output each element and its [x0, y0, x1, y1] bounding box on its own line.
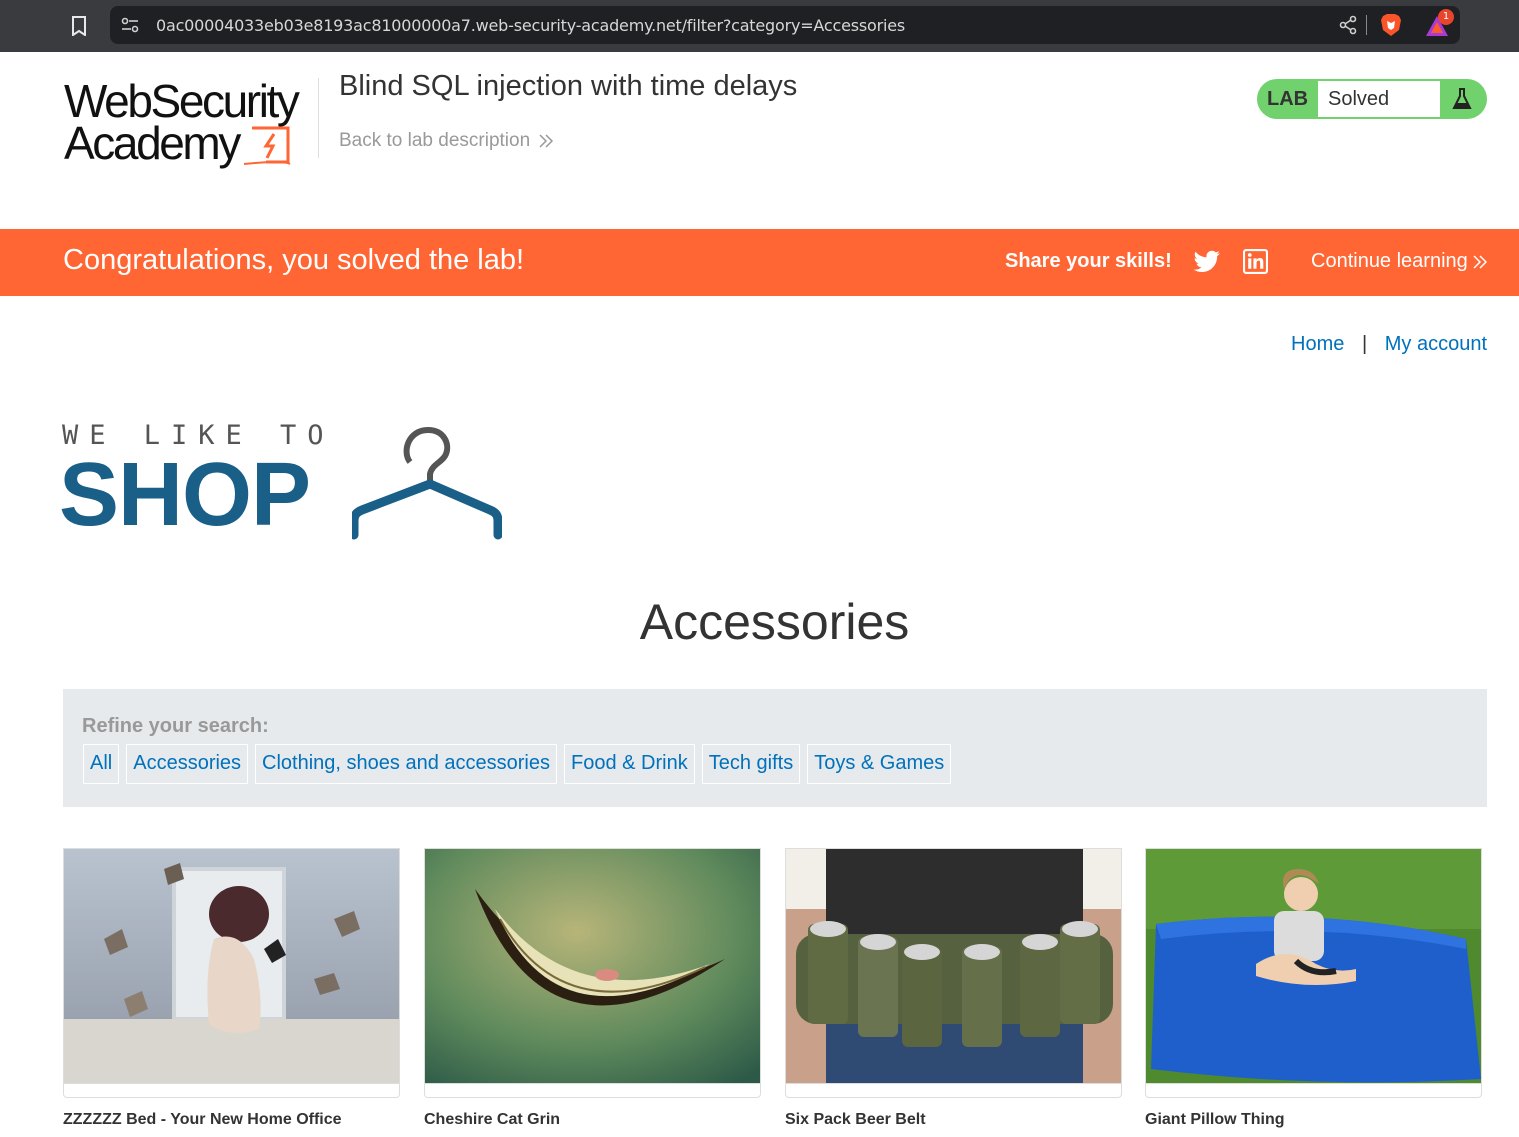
- product-image-frame: [424, 1084, 761, 1098]
- product-image-frame: [1145, 1084, 1482, 1098]
- browser-toolbar: 0ac00004033eb03e8193ac81000000a7.web-sec…: [0, 0, 1519, 52]
- back-to-lab-description-link[interactable]: Back to lab description: [339, 130, 554, 152]
- lab-status-widget: LAB Solved: [1257, 79, 1487, 119]
- continue-learning-link[interactable]: Continue learning: [1311, 250, 1488, 273]
- shop-logo-name: SHOP: [59, 445, 311, 545]
- product-image[interactable]: [424, 848, 761, 1084]
- url-separator: [1366, 15, 1367, 35]
- category-filter-list: All Accessories Clothing, shoes and acce…: [83, 744, 952, 784]
- continue-learning-label: Continue learning: [1311, 250, 1468, 272]
- lab-tag: LAB: [1267, 88, 1309, 110]
- product-card[interactable]: Six Pack Beer Belt: [785, 848, 1122, 1129]
- double-chevron-right-icon: [539, 134, 554, 148]
- congratulations-message: Congratulations, you solved the lab!: [63, 244, 525, 276]
- filter-tech-gifts[interactable]: Tech gifts: [701, 744, 801, 784]
- twitter-icon[interactable]: [1193, 248, 1221, 276]
- rewards-badge: 1: [1438, 9, 1454, 25]
- filter-all[interactable]: All: [83, 744, 120, 784]
- flask-icon: [1452, 88, 1472, 109]
- bookmark-icon[interactable]: [68, 14, 90, 38]
- refine-search-label: Refine your search:: [82, 715, 269, 737]
- lab-solved-banner: Congratulations, you solved the lab! Sha…: [0, 229, 1519, 296]
- home-link[interactable]: Home: [1291, 333, 1344, 355]
- top-navigation: Home | My account: [1291, 333, 1487, 356]
- category-heading: Accessories: [639, 594, 910, 650]
- filter-panel: Refine your search: All Accessories Clot…: [63, 689, 1487, 807]
- lab-status-text: Solved: [1318, 81, 1440, 117]
- hanger-icon: [352, 426, 502, 540]
- product-name[interactable]: Cheshire Cat Grin: [424, 1111, 761, 1129]
- product-name[interactable]: Giant Pillow Thing: [1145, 1111, 1482, 1129]
- share-icon[interactable]: [1338, 15, 1358, 35]
- filter-clothing[interactable]: Clothing, shoes and accessories: [255, 744, 557, 784]
- nav-separator: |: [1361, 333, 1368, 355]
- my-account-link[interactable]: My account: [1385, 333, 1487, 355]
- filter-toys-games[interactable]: Toys & Games: [807, 744, 952, 784]
- product-name[interactable]: ZZZZZZ Bed - Your New Home Office: [63, 1111, 400, 1129]
- product-image[interactable]: [785, 848, 1122, 1084]
- filter-food-drink[interactable]: Food & Drink: [564, 744, 695, 784]
- url-text[interactable]: 0ac00004033eb03e8193ac81000000a7.web-sec…: [156, 16, 905, 35]
- product-name[interactable]: Six Pack Beer Belt: [785, 1111, 1122, 1129]
- share-skills-label: Share your skills!: [1005, 250, 1172, 272]
- header-divider: [318, 78, 319, 158]
- filter-accessories[interactable]: Accessories: [126, 744, 249, 784]
- shop-logo: WE LIKE TO SHOP: [59, 418, 502, 545]
- site-settings-icon[interactable]: [120, 15, 140, 35]
- lab-title: Blind SQL injection with time delays: [339, 70, 798, 102]
- back-link-label: Back to lab description: [339, 130, 531, 151]
- double-chevron-right-icon: [1473, 254, 1487, 269]
- web-security-academy-logo[interactable]: WebSecurity Academy: [64, 76, 316, 170]
- product-card[interactable]: Cheshire Cat Grin: [424, 848, 761, 1129]
- brave-shields-icon[interactable]: [1380, 13, 1402, 37]
- product-card[interactable]: ZZZZZZ Bed - Your New Home Office: [63, 848, 400, 1129]
- product-card[interactable]: Giant Pillow Thing: [1145, 848, 1482, 1129]
- academy-logo-mark: [244, 126, 291, 165]
- logo-line-2: Academy: [64, 117, 241, 169]
- product-image[interactable]: [1145, 848, 1482, 1084]
- product-image[interactable]: [63, 848, 400, 1084]
- product-image-frame: [63, 1084, 400, 1098]
- product-image-frame: [785, 1084, 1122, 1098]
- linkedin-icon[interactable]: [1243, 249, 1268, 274]
- address-bar[interactable]: 0ac00004033eb03e8193ac81000000a7.web-sec…: [110, 6, 1460, 44]
